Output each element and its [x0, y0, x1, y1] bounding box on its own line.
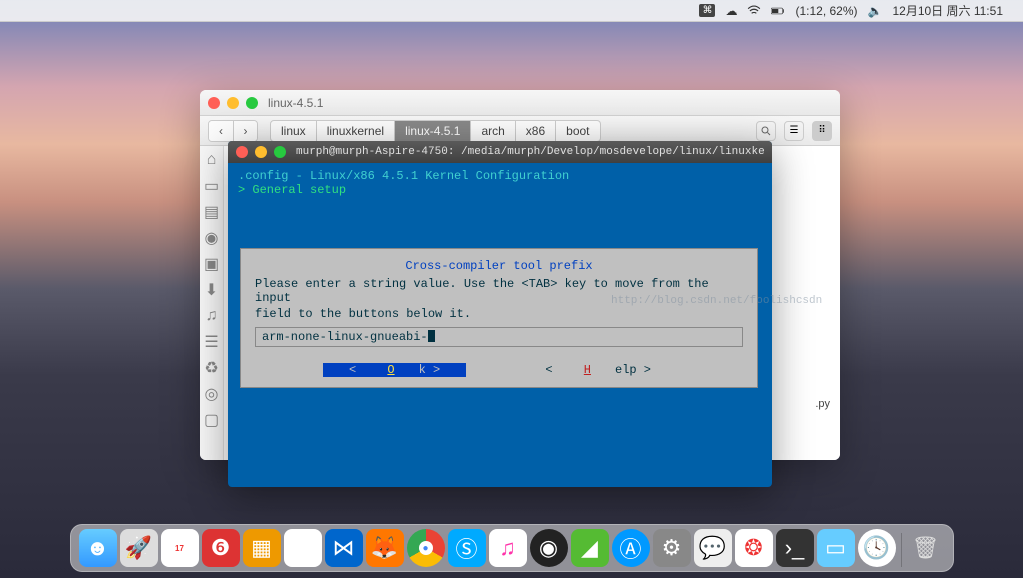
dock-app-settings[interactable]: ⚙: [653, 529, 691, 567]
battery-text: (1:12, 62%): [795, 4, 857, 18]
menuconfig-dialog: Cross-compiler tool prefix Please enter …: [240, 248, 758, 388]
dock-app-trash[interactable]: 🗑: [907, 529, 945, 567]
input-value: arm-none-linux-gnueabi-: [262, 330, 428, 344]
file-item[interactable]: .py: [815, 398, 830, 410]
window-title: linux-4.5.1: [268, 96, 323, 110]
dock-app-finder[interactable]: ☻: [79, 529, 117, 567]
dock-app-photos[interactable]: 🏵: [284, 529, 322, 567]
input-menu-icon[interactable]: ⌘: [699, 4, 715, 17]
terminal-line: > General setup: [238, 183, 762, 197]
close-icon[interactable]: [208, 97, 220, 109]
dock-app-steam[interactable]: ◉: [530, 529, 568, 567]
clock-text[interactable]: 12月10日 周六 11:51: [892, 2, 1003, 19]
prefix-input[interactable]: arm-none-linux-gnueabi-: [255, 327, 743, 347]
ok-button[interactable]: < Ok >: [323, 363, 466, 377]
dock-app-chrome[interactable]: ●: [407, 529, 445, 567]
grid-view-button[interactable]: ⠿: [812, 121, 832, 141]
breadcrumb-item[interactable]: arch: [471, 120, 515, 142]
dock: ☻ 🚀 17 ❻ ▦ 🏵 ⋈ 🦊 ● Ⓢ ♫ ◉ ◢ Ⓐ ⚙ 💬 ❂ ›_ ▭ …: [70, 524, 954, 572]
terminal-line: .config - Linux/x86 4.5.1 Kernel Configu…: [238, 169, 762, 183]
close-icon[interactable]: [236, 146, 248, 158]
disk-icon[interactable]: ◎: [204, 386, 220, 402]
breadcrumb: linux linuxkernel linux-4.5.1 arch x86 b…: [270, 120, 601, 142]
dock-separator: [901, 533, 902, 567]
battery-icon[interactable]: [771, 4, 785, 18]
music-icon[interactable]: ♫: [204, 308, 220, 324]
menubar: ⌘ ☁ (1:12, 62%) 🔈 12月10日 周六 11:51: [0, 0, 1023, 22]
downloads-icon[interactable]: ⬇: [204, 282, 220, 298]
maximize-icon[interactable]: [274, 146, 286, 158]
help-button[interactable]: < Help >: [521, 363, 675, 377]
breadcrumb-item[interactable]: linux: [270, 120, 317, 142]
dock-app-calendar[interactable]: 17: [161, 529, 199, 567]
desktop-icon[interactable]: ▭: [204, 178, 220, 194]
dialog-title: Cross-compiler tool prefix: [251, 259, 747, 273]
dock-app-skype[interactable]: Ⓢ: [448, 529, 486, 567]
dock-app-showdesktop[interactable]: ▭: [817, 529, 855, 567]
dock-app-wechat[interactable]: 💬: [694, 529, 732, 567]
dock-app-weibo[interactable]: ❂: [735, 529, 773, 567]
terminal-titlebar[interactable]: murph@murph-Aspire-4750: /media/murph/De…: [228, 141, 772, 163]
forward-button[interactable]: ›: [233, 121, 257, 141]
volume-icon[interactable]: 🔈: [868, 4, 883, 18]
dock-app-music[interactable]: ♫: [489, 529, 527, 567]
home-icon[interactable]: ⌂: [204, 152, 220, 168]
back-button[interactable]: ‹: [209, 121, 233, 141]
breadcrumb-item[interactable]: linux-4.5.1: [395, 120, 471, 142]
dock-app-android[interactable]: ◢: [571, 529, 609, 567]
pictures-icon[interactable]: ▣: [204, 256, 220, 272]
dock-app-appstore[interactable]: Ⓐ: [612, 529, 650, 567]
maximize-icon[interactable]: [246, 97, 258, 109]
documents-icon[interactable]: ▤: [204, 204, 220, 220]
apps-icon[interactable]: ☰: [204, 334, 220, 350]
terminal-title: murph@murph-Aspire-4750: /media/murph/De…: [296, 146, 764, 158]
minimize-icon[interactable]: [255, 146, 267, 158]
terminal-body[interactable]: .config - Linux/x86 4.5.1 Kernel Configu…: [228, 163, 772, 203]
dock-app-firefox[interactable]: 🦊: [366, 529, 404, 567]
dialog-text: field to the buttons below it.: [255, 307, 743, 321]
minimize-icon[interactable]: [227, 97, 239, 109]
breadcrumb-item[interactable]: linuxkernel: [317, 120, 395, 142]
dock-app-netease[interactable]: ❻: [202, 529, 240, 567]
list-view-button[interactable]: ☰: [784, 121, 804, 141]
dock-app-clock[interactable]: 🕓: [858, 529, 896, 567]
cloud-icon[interactable]: ☁: [725, 4, 737, 18]
search-button[interactable]: [756, 121, 776, 141]
trash-icon[interactable]: ♻: [204, 360, 220, 376]
desktop: ⌘ ☁ (1:12, 62%) 🔈 12月10日 周六 11:51 linux-…: [0, 0, 1023, 578]
dock-app-terminal[interactable]: ›_: [776, 529, 814, 567]
folder-icon[interactable]: ▢: [204, 412, 220, 428]
watermark: http://blog.csdn.net/foolishcsdn: [611, 295, 822, 307]
dock-app-activity[interactable]: ▦: [243, 529, 281, 567]
dock-app-launchpad[interactable]: 🚀: [120, 529, 158, 567]
text-cursor: [428, 330, 435, 342]
finder-titlebar[interactable]: linux-4.5.1: [200, 90, 840, 116]
finder-sidebar: ⌂ ▭ ▤ ◉ ▣ ⬇ ♫ ☰ ♻ ◎ ▢: [200, 146, 224, 460]
wifi-icon[interactable]: [747, 4, 761, 18]
breadcrumb-item[interactable]: x86: [516, 120, 556, 142]
dock-app-vscode[interactable]: ⋈: [325, 529, 363, 567]
breadcrumb-item[interactable]: boot: [556, 120, 600, 142]
camera-icon[interactable]: ◉: [204, 230, 220, 246]
